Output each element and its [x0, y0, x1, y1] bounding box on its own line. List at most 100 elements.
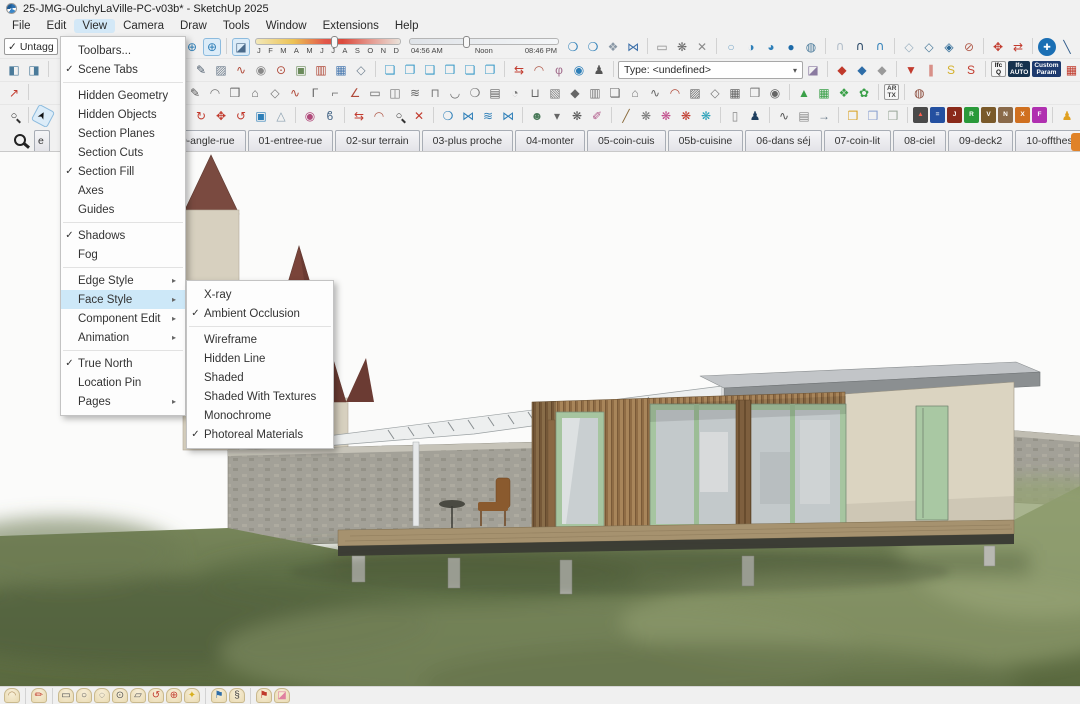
menu-item-location-pin[interactable]: Location Pin [61, 373, 185, 392]
pin-figure-icon[interactable]: φ [550, 61, 568, 79]
fredo-tool-icon[interactable]: ✎ [186, 84, 204, 102]
red-table-icon[interactable]: ▦ [1063, 61, 1080, 79]
move-red-icon[interactable]: ✥ [989, 38, 1007, 56]
menu-item-shaded[interactable]: Shaded [187, 368, 333, 387]
toposhaper-icon[interactable]: ▲ [795, 84, 813, 102]
dim-arrow-icon[interactable]: ↗ [5, 84, 23, 102]
menu-item-guides[interactable]: Guides [61, 200, 185, 219]
date-slider-track[interactable] [255, 38, 401, 45]
tag-combo[interactable]: ✓ Untagg [4, 38, 58, 55]
magnet-blue-icon[interactable]: ∪ [871, 38, 889, 56]
custom-param-badge[interactable]: Custom Param [1032, 61, 1060, 77]
fredo-tool-icon[interactable]: ❍ [466, 84, 484, 102]
copy-array-icon[interactable]: ❐ [401, 61, 419, 79]
menubar-item-window[interactable]: Window [258, 19, 315, 33]
eye-icon[interactable]: ◉ [570, 61, 588, 79]
fredo-tool-icon[interactable]: ◆ [566, 84, 584, 102]
scene-tab-04-monter[interactable]: 04-monter [515, 130, 585, 151]
fredo-tool-icon[interactable]: ◇ [266, 84, 284, 102]
menu-item-hidden-geometry[interactable]: Hidden Geometry [61, 86, 185, 105]
fredo-tool-icon[interactable]: ⊓ [426, 84, 444, 102]
skalp-section-icon[interactable]: ▼ [902, 61, 920, 79]
fredo-tool-icon[interactable]: ∿ [646, 84, 664, 102]
add-circle-icon[interactable]: ✚ [1038, 38, 1056, 56]
layer-up-eq-icon[interactable]: = [930, 107, 945, 123]
swap-red2-icon[interactable]: ⇆ [350, 107, 368, 125]
fredo-tool-icon[interactable]: ❒ [746, 84, 764, 102]
sandbox-oval-icon[interactable]: ⊙ [112, 688, 128, 703]
lasso-red-icon[interactable]: ◠ [530, 61, 548, 79]
scene-tab-07-coin-lit[interactable]: 07-coin-lit [824, 130, 892, 151]
gear-red-icon[interactable]: ❋ [677, 107, 695, 125]
component-box2-icon[interactable]: ◨ [25, 61, 43, 79]
menu-item-hidden-objects[interactable]: Hidden Objects [61, 105, 185, 124]
layer-up-v-icon[interactable]: V [981, 107, 996, 123]
fredo-tool-icon[interactable]: ◠ [206, 84, 224, 102]
scene-tab-08-ciel[interactable]: 08-ciel [893, 130, 946, 151]
magnet-dotted-icon[interactable]: ∪ [831, 38, 849, 56]
time-slider-track[interactable] [409, 38, 559, 45]
fredo-mesh-icon[interactable]: ▦ [332, 61, 350, 79]
sandbox-poly-icon[interactable]: ▱ [130, 688, 146, 703]
fredo-box-icon[interactable]: ▣ [292, 61, 310, 79]
layer-up-r-icon[interactable]: R [964, 107, 979, 123]
scene-tab-partial[interactable]: e [34, 130, 50, 151]
orbit-icon[interactable]: ↻ [192, 107, 210, 125]
layer-up-icon[interactable]: ▲ [913, 107, 928, 123]
fredo-tool-icon[interactable]: ∠ [346, 84, 364, 102]
type-combo[interactable]: Type: <undefined> ▾ [618, 61, 803, 79]
layer-up-n-icon[interactable]: N [998, 107, 1013, 123]
menubar-item-file[interactable]: File [4, 19, 39, 33]
preview-eye-icon[interactable]: ◉ [301, 107, 319, 125]
component-cluster-icon[interactable]: ❖ [604, 38, 622, 56]
sandbox-eraser-icon[interactable]: ◪ [274, 688, 290, 703]
gear-dark-icon[interactable]: ❋ [568, 107, 586, 125]
scene-tab-05b-cuisine[interactable]: 05b-cuisine [668, 130, 744, 151]
menubar-item-edit[interactable]: Edit [39, 19, 75, 33]
terrain-grid-icon[interactable]: ▦ [815, 84, 833, 102]
cross-red-icon[interactable]: ✕ [410, 107, 428, 125]
export-shape-icon[interactable]: → [815, 107, 833, 125]
shadow-time-slider[interactable]: 04:56 AM Noon 08:46 PM [409, 38, 559, 55]
scene-tab-01-entree-rue[interactable]: 01-entree-rue [248, 130, 334, 151]
fredo-anchor-icon[interactable]: ⊙ [272, 61, 290, 79]
fredo-tool-icon[interactable]: ▤ [486, 84, 504, 102]
scene-tab-06-dans-s-j[interactable]: 06-dans séj [745, 130, 821, 151]
style-b-icon[interactable]: ϐ [321, 107, 339, 125]
layer-up-j-icon[interactable]: J [947, 107, 962, 123]
sync-red-blue-icon[interactable]: ⇄ [1009, 38, 1027, 56]
fredo-tool-icon[interactable]: ⌐ [326, 84, 344, 102]
skalp-s-red-icon[interactable]: S [962, 61, 980, 79]
chest-gray-icon[interactable]: ❒ [884, 107, 902, 125]
sandbox-curve-icon[interactable]: ↺ [148, 688, 164, 703]
label-eraser-icon[interactable]: ◪ [804, 61, 822, 79]
copy-along-icon[interactable]: ❏ [381, 61, 399, 79]
artx-badge[interactable]: AR TX [884, 84, 899, 100]
copy-pair-icon[interactable]: ❏ [461, 61, 479, 79]
menu-item-fog[interactable]: Fog [61, 245, 185, 264]
menubar-item-camera[interactable]: Camera [115, 19, 172, 33]
sandbox-blob-icon[interactable]: ✦ [184, 688, 200, 703]
ifc-q-badge[interactable]: Ifc Q [991, 61, 1006, 77]
gear-pink-icon[interactable]: ❋ [657, 107, 675, 125]
water-drop-hatched-icon[interactable]: ◍ [802, 38, 820, 56]
magnify-model2-icon[interactable]: ❍ [584, 38, 602, 56]
menu-item-toolbars-[interactable]: Toolbars... [61, 41, 185, 60]
cube-red-icon[interactable]: ◆ [833, 61, 851, 79]
fredo-tool-icon[interactable]: Γ [306, 84, 324, 102]
sandbox-scurve-icon[interactable]: § [229, 688, 245, 703]
fredo-tool-icon[interactable]: ◫ [386, 84, 404, 102]
menu-item-ambient-occlusion[interactable]: ✓Ambient Occlusion [187, 304, 333, 323]
copy-corner-icon[interactable]: ❒ [441, 61, 459, 79]
water-drop-half-icon[interactable]: ◑ [742, 38, 760, 56]
fredo-tool-icon[interactable]: ◡ [446, 84, 464, 102]
copy-stack-icon[interactable]: ❑ [421, 61, 439, 79]
sandbox-circle-icon[interactable]: ○ [76, 688, 92, 703]
time-slider-thumb[interactable] [463, 36, 470, 48]
fredo-sphere-icon[interactable]: ◉ [252, 61, 270, 79]
fredo-tool-icon[interactable]: ❏ [606, 84, 624, 102]
scene-tab-05-coin-cuis[interactable]: 05-coin-cuis [587, 130, 666, 151]
fredo-curve-icon[interactable]: ∿ [232, 61, 250, 79]
menu-item-x-ray[interactable]: X-ray [187, 285, 333, 304]
gear-magnify-icon[interactable]: ❍ [439, 107, 457, 125]
